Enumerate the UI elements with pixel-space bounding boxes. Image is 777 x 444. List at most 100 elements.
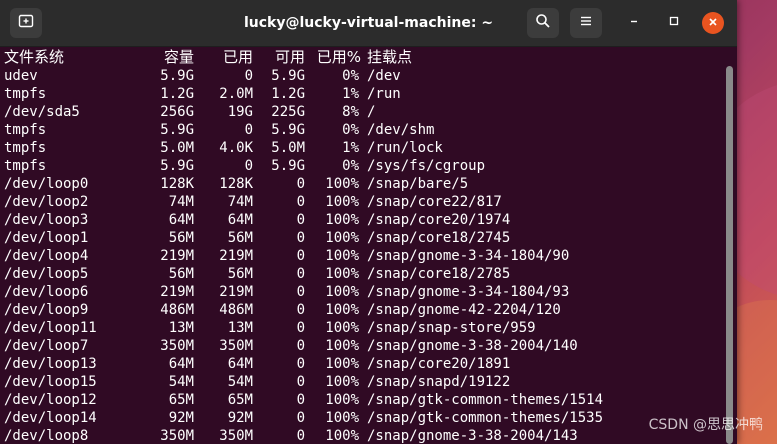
filesystem-cell: /dev/loop6 [4, 284, 89, 300]
mount-point-cell: /snap/core22/817 [367, 194, 502, 210]
df-row: /dev/loop13 64M 64M 0 100% /snap/core20/1891 [4, 355, 726, 373]
size-cell: 5.0M [160, 140, 194, 156]
use-percent-cell: 100% [325, 266, 359, 282]
mount-point-cell: /snap/snapd/19122 [367, 374, 511, 390]
use-percent-cell: 8% [342, 104, 359, 120]
use-percent-cell: 1% [342, 140, 359, 156]
mount-point-cell: /dev [367, 68, 401, 84]
terminal-output[interactable]: 文件系统 容量 已用 可用 已用% 挂载点 udev 5.9G 0 5.9G 0%/de… [4, 47, 726, 444]
used-cell: 128K [219, 176, 253, 192]
use-percent-cell: 100% [325, 338, 359, 354]
avail-cell: 0 [296, 194, 305, 210]
df-row: /dev/loop14 92M 92M 0 100% /snap/gtk-common-t… [4, 409, 726, 427]
mount-point-cell: /snap/core18/2785 [367, 266, 511, 282]
used-cell: 56M [227, 266, 253, 282]
df-row: /dev/loop7 350M 350M 0 100% /snap/gnome-3-38-… [4, 337, 726, 355]
size-cell: 350M [160, 428, 194, 444]
use-percent-cell: 100% [325, 176, 359, 192]
avail-cell: 0 [296, 356, 305, 372]
use-percent-cell: 100% [325, 410, 359, 426]
df-row: /dev/loop2 74M 74M 0 100% /snap/core22/817 [4, 193, 726, 211]
mount-point-cell: /snap/snap-store/959 [367, 320, 536, 336]
size-cell: 1.2G [160, 86, 194, 102]
mount-point-cell: /sys/fs/cgroup [367, 158, 486, 174]
use-percent-cell: 100% [325, 320, 359, 336]
df-row: /dev/loop0 128K 128K 0 100% /snap/bare/5 [4, 175, 726, 193]
filesystem-cell: /dev/loop0 [4, 176, 89, 192]
mount-point-cell: /snap/core18/2745 [367, 230, 511, 246]
use-percent-cell: 100% [325, 302, 359, 318]
avail-cell: 0 [296, 230, 305, 246]
filesystem-cell: tmpfs [4, 140, 47, 156]
filesystem-cell: /dev/loop12 [4, 392, 97, 408]
size-cell: 350M [160, 338, 194, 354]
filesystem-cell: /dev/loop2 [4, 194, 89, 210]
mount-point-cell: /snap/bare/5 [367, 176, 469, 192]
filesystem-cell: tmpfs [4, 158, 47, 174]
df-row: /dev/loop8 350M 350M 0 100% /snap/gnome-3-38-… [4, 427, 726, 444]
df-row: /dev/loop1 56M 56M 0 100% /snap/core18/2745 [4, 229, 726, 247]
mount-point-cell: /snap/gnome-3-38-2004/140 [367, 338, 578, 354]
use-percent-cell: 100% [325, 392, 359, 408]
avail-cell: 225G [271, 104, 305, 120]
size-cell: 219M [160, 284, 194, 300]
header-filesystem: 文件系统 [4, 48, 65, 66]
filesystem-cell: /dev/loop14 [4, 410, 97, 426]
mount-point-cell: /snap/gnome-3-34-1804/93 [367, 284, 570, 300]
maximize-icon [668, 14, 680, 32]
menu-button[interactable] [570, 8, 602, 38]
mount-point-cell: /snap/core20/1891 [367, 356, 511, 372]
size-cell: 54M [168, 374, 194, 390]
used-cell: 64M [227, 356, 253, 372]
filesystem-cell: /dev/loop7 [4, 338, 89, 354]
size-cell: 64M [168, 356, 194, 372]
minimize-button[interactable] [623, 12, 645, 34]
avail-cell: 0 [296, 320, 305, 336]
filesystem-cell: tmpfs [4, 86, 47, 102]
filesystem-cell: /dev/loop1 [4, 230, 89, 246]
size-cell: 219M [160, 248, 194, 264]
close-icon [708, 14, 718, 32]
search-button[interactable] [527, 8, 559, 38]
size-cell: 92M [168, 410, 194, 426]
mount-point-cell: /snap/gnome-3-38-2004/143 [367, 428, 578, 444]
used-cell: 4.0K [219, 140, 253, 156]
size-cell: 5.9G [160, 158, 194, 174]
used-cell: 92M [227, 410, 253, 426]
use-percent-cell: 0% [342, 158, 359, 174]
mount-point-cell: /run [367, 86, 401, 102]
mount-point-cell: /snap/gtk-common-themes/1535 [367, 410, 604, 426]
used-cell: 13M [227, 320, 253, 336]
avail-cell: 5.9G [271, 122, 305, 138]
df-row: /dev/loop11 13M 13M 0 100% /snap/snap-store/9… [4, 319, 726, 337]
avail-cell: 0 [296, 410, 305, 426]
df-row: /dev/loop6 219M 219M 0 100% /snap/gnome-3-34-… [4, 283, 726, 301]
df-row: tmpfs 1.2G 2.0M 1.2G 1% /run [4, 85, 726, 103]
mount-point-cell: / [367, 104, 376, 120]
filesystem-cell: tmpfs [4, 122, 47, 138]
minimize-icon [628, 14, 640, 32]
watermark: CSDN @思思冲鸭 [648, 417, 763, 433]
terminal-scrollbar[interactable] [726, 66, 733, 444]
avail-cell: 0 [296, 284, 305, 300]
used-cell: 0 [244, 68, 253, 84]
maximize-button[interactable] [663, 12, 685, 34]
size-cell: 74M [168, 194, 194, 210]
header-size: 容量 [163, 48, 194, 66]
mount-point-cell: /run/lock [367, 140, 443, 156]
used-cell: 486M [219, 302, 253, 318]
use-percent-cell: 100% [325, 230, 359, 246]
terminal-window: lucky@lucky-virtual-machine: ~ 文件系统 容量 已… [0, 0, 737, 444]
filesystem-cell: /dev/loop13 [4, 356, 97, 372]
df-row: tmpfs 5.0M 4.0K 5.0M 1% /run/lock [4, 139, 726, 157]
use-percent-cell: 100% [325, 374, 359, 390]
close-button[interactable] [702, 12, 724, 34]
df-row: tmpfs 5.9G 0 5.9G 0% /dev/shm [4, 121, 726, 139]
avail-cell: 0 [296, 266, 305, 282]
use-percent-cell: 1% [342, 86, 359, 102]
df-rows: udev 5.9G 0 5.9G 0% /dev tmpfs 1.2G 2.0M 1.2G 1% /r… [4, 67, 726, 444]
used-cell: 219M [219, 284, 253, 300]
header-used: 已用 [222, 48, 253, 66]
filesystem-cell: /dev/sda5 [4, 104, 80, 120]
header-avail: 可用 [274, 48, 305, 66]
